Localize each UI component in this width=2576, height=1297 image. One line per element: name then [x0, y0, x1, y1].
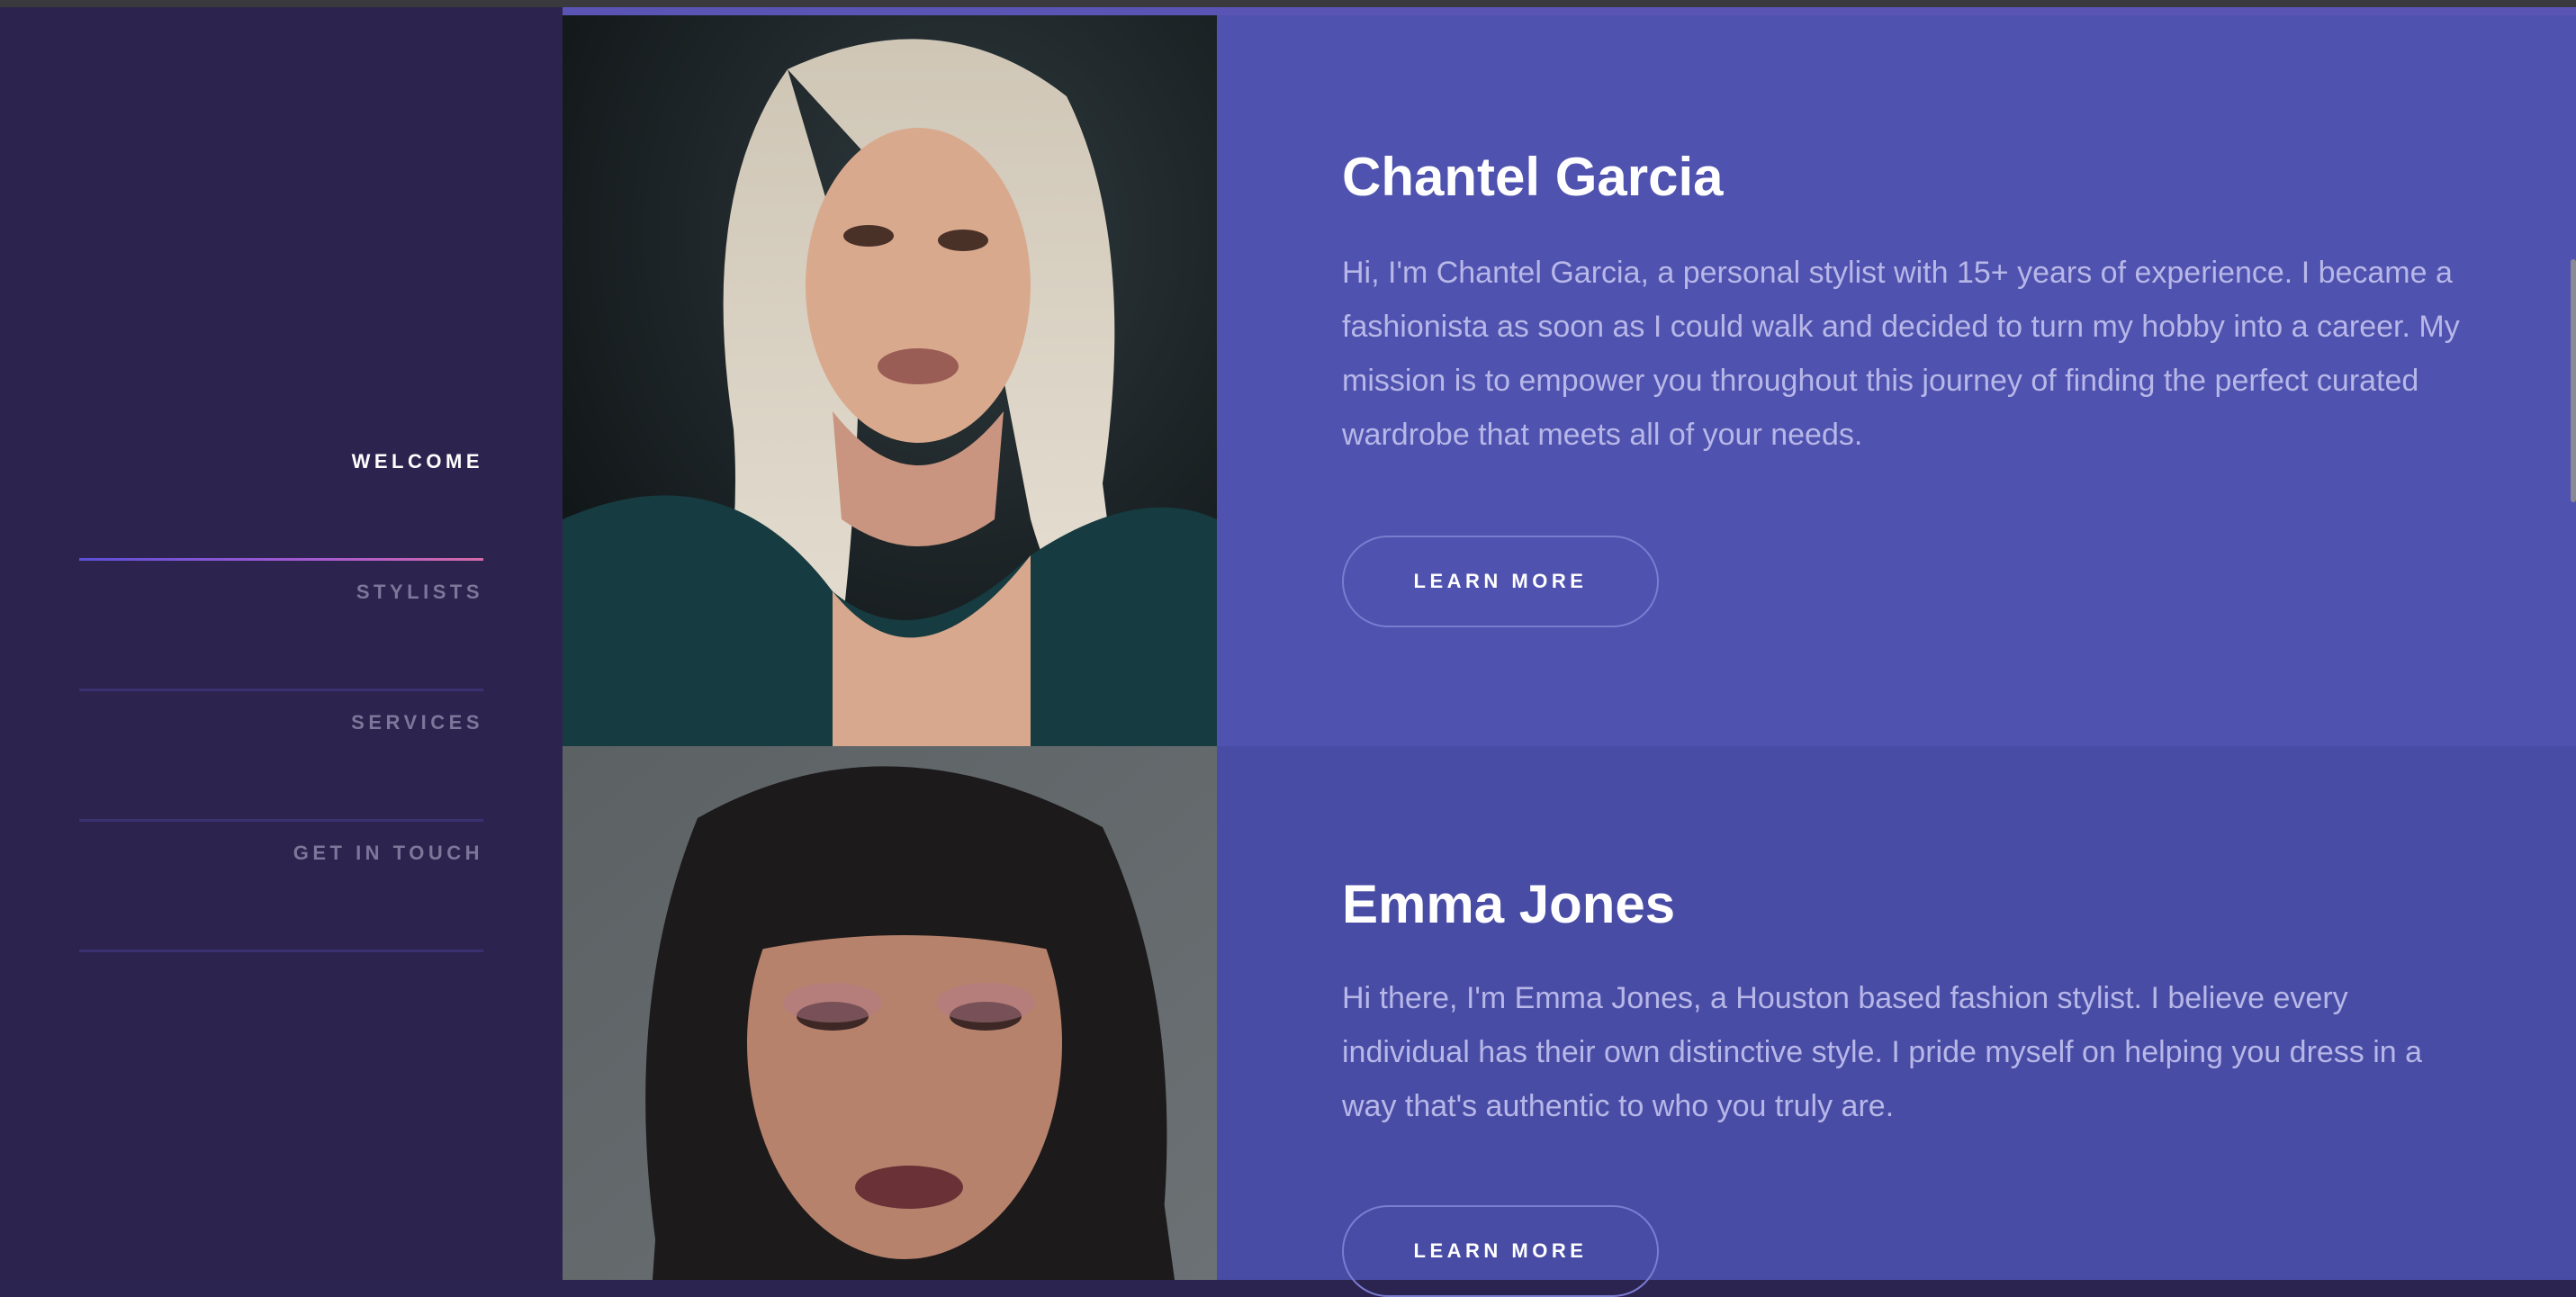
sidebar-nav: WELCOME STYLISTS SERVICES GET IN TOUCH — [79, 430, 483, 952]
nav-item-stylists[interactable]: STYLISTS — [79, 561, 483, 691]
nav-item-services[interactable]: SERVICES — [79, 691, 483, 822]
nav-item-label: GET IN TOUCH — [293, 842, 483, 864]
stylist-bio: Hi, I'm Chantel Garcia, a personal styli… — [1342, 256, 2460, 452]
stylist-photo — [563, 746, 1217, 1280]
portrait-image — [563, 15, 1217, 746]
stylist-info: Chantel Garcia Hi, I'm Chantel Garcia, a… — [1342, 145, 2467, 627]
learn-more-button[interactable]: LEARN MORE — [1342, 536, 1659, 627]
portrait-image — [563, 746, 1217, 1280]
stylist-name: Emma Jones — [1342, 874, 1676, 934]
stylist-photo — [563, 15, 1217, 746]
learn-more-button[interactable]: LEARN MORE — [1342, 1205, 1659, 1297]
sidebar: WELCOME STYLISTS SERVICES GET IN TOUCH — [0, 7, 563, 1280]
stylist-info: Emma Jones Hi there, I'm Emma Jones, a H… — [1342, 872, 2467, 1297]
main-content: Chantel Garcia Hi, I'm Chantel Garcia, a… — [563, 7, 2576, 1297]
nav-item-welcome[interactable]: WELCOME — [79, 430, 483, 561]
browser-top-bar — [0, 0, 2576, 7]
nav-item-label: SERVICES — [351, 711, 483, 734]
nav-item-label: WELCOME — [351, 450, 483, 473]
top-accent-line — [563, 7, 2576, 15]
page: WELCOME STYLISTS SERVICES GET IN TOUCH C… — [0, 7, 2576, 1297]
stylist-name: Chantel Garcia — [1342, 147, 1724, 207]
stylist-card: Emma Jones Hi there, I'm Emma Jones, a H… — [563, 746, 2576, 1297]
stylist-card: Chantel Garcia Hi, I'm Chantel Garcia, a… — [563, 15, 2576, 746]
stylist-bio: Hi there, I'm Emma Jones, a Houston base… — [1342, 981, 2423, 1123]
scrollbar-thumb[interactable] — [2571, 259, 2576, 502]
nav-item-label: STYLISTS — [356, 581, 483, 603]
nav-item-get-in-touch[interactable]: GET IN TOUCH — [79, 822, 483, 952]
